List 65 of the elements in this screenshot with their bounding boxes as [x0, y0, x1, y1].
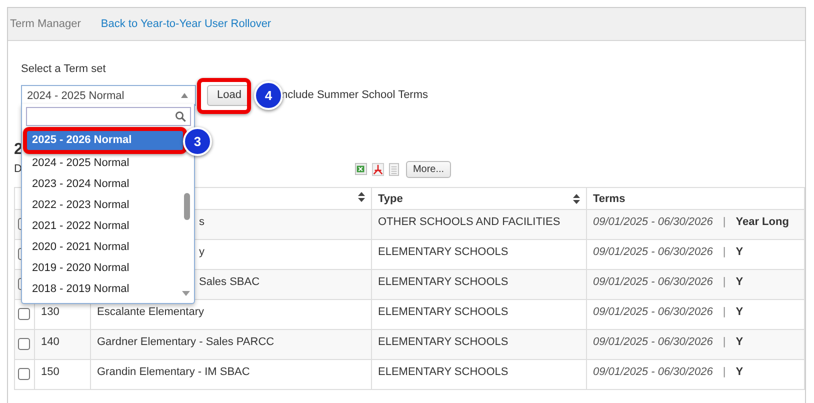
dropdown-option[interactable]: 2021 - 2022 Normal: [22, 216, 178, 237]
table-cell: Escalante Elementary: [97, 306, 204, 318]
step-badge: 4: [254, 81, 283, 110]
table-cell: s: [199, 216, 204, 228]
table-cell: Sales SBAC: [199, 276, 260, 288]
table-cell: ELEMENTARY SCHOOLS: [378, 366, 508, 378]
field-label: Select a Term set: [20, 63, 107, 77]
term-dates: 09/01/2025 - 06/30/2026: [593, 246, 713, 258]
step-badge: 3: [183, 127, 212, 156]
table-cell: ELEMENTARY SCHOOLS: [378, 336, 508, 348]
scrollbar-thumb[interactable]: [184, 193, 190, 220]
row-checkbox[interactable]: [18, 308, 30, 320]
dropdown-option[interactable]: 2023 - 2024 Normal: [22, 174, 178, 195]
term-dates: 09/01/2025 - 06/30/2026: [593, 336, 713, 348]
table-cell: Grandin Elementary - IM SBAC: [97, 366, 250, 378]
term-dates: 09/01/2025 - 06/30/2026: [593, 216, 713, 228]
separator: |: [722, 276, 726, 288]
row-checkbox[interactable]: [18, 338, 30, 350]
sort-icon[interactable]: [358, 192, 365, 202]
term-name: Year Long: [736, 216, 789, 228]
term-name: Y: [736, 306, 744, 318]
dropdown-option[interactable]: 2020 - 2021 Normal: [22, 237, 178, 258]
separator: |: [722, 216, 726, 228]
page-title: Term Manager: [10, 18, 81, 30]
table-cell: ELEMENTARY SCHOOLS: [378, 306, 508, 318]
term-name: Y: [736, 336, 744, 348]
dropdown-option[interactable]: 2018 - 2019 Normal: [22, 279, 178, 300]
table-cell: 150: [41, 366, 60, 378]
column-header: Terms: [586, 188, 804, 210]
term-dates: 09/01/2025 - 06/30/2026: [593, 276, 713, 288]
scroll-down-icon[interactable]: [182, 291, 190, 296]
sort-icon[interactable]: [573, 194, 580, 204]
search-icon: [175, 111, 186, 122]
caret-icon: [181, 93, 188, 98]
table-cell: ELEMENTARY SCHOOLS: [378, 246, 508, 258]
table-cell: 130: [41, 306, 60, 318]
search-field[interactable]: [26, 107, 191, 126]
highlight-frame: [197, 78, 251, 114]
table-cell: 140: [41, 336, 60, 348]
dropdown-option[interactable]: 2022 - 2023 Normal: [22, 195, 178, 216]
pdf-icon[interactable]: [372, 162, 384, 176]
dropdown-option[interactable]: 2025 - 2026 Normal: [26, 131, 186, 150]
separator: |: [722, 366, 726, 378]
term-set-dropdown[interactable]: 2024 - 2025 Normal: [21, 84, 196, 106]
column-header[interactable]: Type: [372, 188, 586, 210]
table-cell: OTHER SCHOOLS AND FACILITIES: [378, 216, 560, 228]
dropdown-option[interactable]: 2019 - 2020 Normal: [22, 258, 178, 279]
separator: |: [722, 306, 726, 318]
term-name: Y: [736, 366, 744, 378]
row-checkbox[interactable]: [18, 368, 30, 380]
separator: |: [722, 336, 726, 348]
back-link[interactable]: Back to Year-to-Year User Rollover: [100, 18, 272, 30]
term-name: Y: [736, 246, 744, 258]
checkbox-label: nclude Summer School Terms: [281, 89, 428, 101]
table-cell: Gardner Elementary - Sales PARCC: [97, 336, 274, 348]
more-button[interactable]: More...: [406, 160, 452, 178]
term-dates: 09/01/2025 - 06/30/2026: [593, 306, 713, 318]
spreadsheet-icon[interactable]: [354, 163, 367, 175]
term-dates: 09/01/2025 - 06/30/2026: [593, 366, 713, 378]
separator: |: [722, 246, 726, 258]
table-cell: ELEMENTARY SCHOOLS: [378, 276, 508, 288]
section-subtitle: D: [14, 163, 22, 175]
dropdown-option[interactable]: 2024 - 2025 Normal: [22, 153, 178, 174]
term-name: Y: [736, 276, 744, 288]
table-cell: y: [199, 246, 204, 258]
